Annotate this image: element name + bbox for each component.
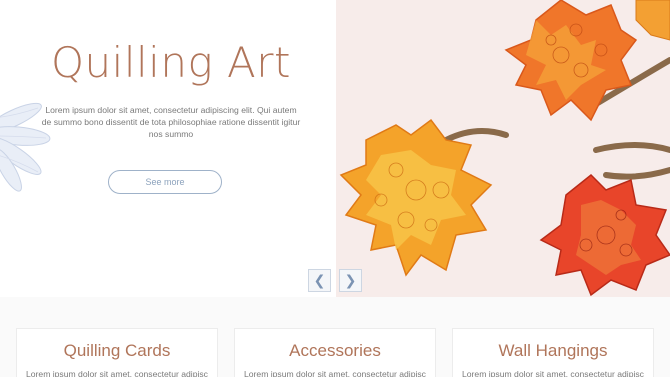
card-text: Lorem ipsum dolor sit amet, consectetur … xyxy=(462,369,644,377)
category-card-wall-hangings[interactable]: Wall Hangings Lorem ipsum dolor sit amet… xyxy=(452,328,654,377)
slider-prev-button[interactable]: ❮ xyxy=(308,269,331,292)
card-title: Quilling Cards xyxy=(63,341,171,360)
hero-description: Lorem ipsum dolor sit amet, consectetur … xyxy=(41,105,301,139)
slider-next-button[interactable]: ❯ xyxy=(339,269,362,292)
hero-title: Quilling Art xyxy=(51,38,291,87)
category-card-quilling-cards[interactable]: Quilling Cards Lorem ipsum dolor sit ame… xyxy=(16,328,218,377)
hero-image-quilled-leaves xyxy=(336,0,670,297)
card-title: Wall Hangings xyxy=(498,341,608,360)
category-card-accessories[interactable]: Accessories Lorem ipsum dolor sit amet, … xyxy=(234,328,436,377)
see-more-button[interactable]: See more xyxy=(108,170,222,194)
card-text: Lorem ipsum dolor sit amet, consectetur … xyxy=(244,369,426,377)
card-title: Accessories xyxy=(289,341,381,360)
category-cards: Quilling Cards Lorem ipsum dolor sit ame… xyxy=(0,297,670,377)
hero-text-panel: Quilling Art Lorem ipsum dolor sit amet,… xyxy=(0,0,336,297)
card-text: Lorem ipsum dolor sit amet, consectetur … xyxy=(26,369,208,377)
quilled-leaves-illustration xyxy=(339,0,670,297)
hero-slider: Quilling Art Lorem ipsum dolor sit amet,… xyxy=(0,0,670,297)
